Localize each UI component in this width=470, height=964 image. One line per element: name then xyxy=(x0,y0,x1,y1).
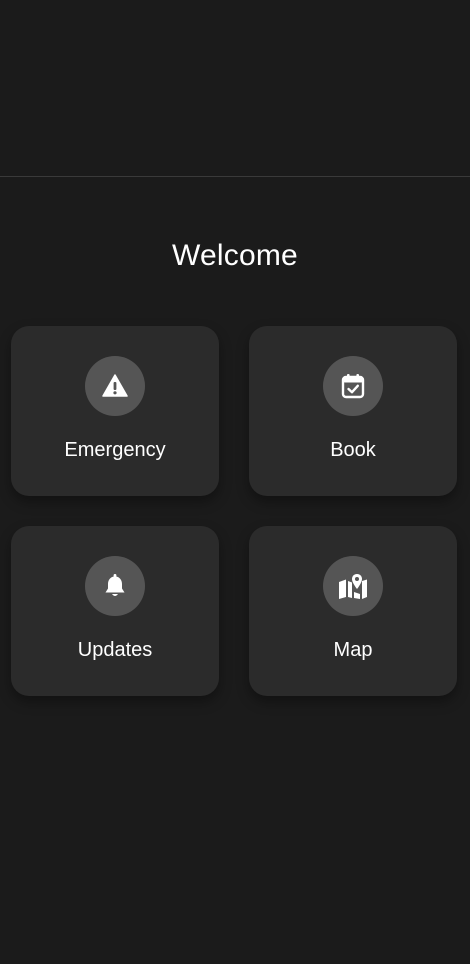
book-tile[interactable]: Book xyxy=(249,326,457,496)
book-icon-circle xyxy=(323,356,383,416)
book-label: Book xyxy=(330,439,376,461)
emergency-tile[interactable]: Emergency xyxy=(11,326,219,496)
page-title: Welcome xyxy=(172,239,298,272)
top-bar xyxy=(0,0,470,176)
header-divider xyxy=(0,176,470,177)
map-pin-icon xyxy=(338,573,368,599)
calendar-check-icon xyxy=(341,373,365,399)
warning-icon xyxy=(102,374,128,398)
emergency-label: Emergency xyxy=(64,439,166,461)
updates-icon-circle xyxy=(85,556,145,616)
map-icon-circle xyxy=(323,556,383,616)
bell-icon xyxy=(103,573,127,599)
map-label: Map xyxy=(333,639,373,661)
map-tile[interactable]: Map xyxy=(249,526,457,696)
updates-tile[interactable]: Updates xyxy=(11,526,219,696)
updates-label: Updates xyxy=(77,639,153,661)
emergency-icon-circle xyxy=(85,356,145,416)
